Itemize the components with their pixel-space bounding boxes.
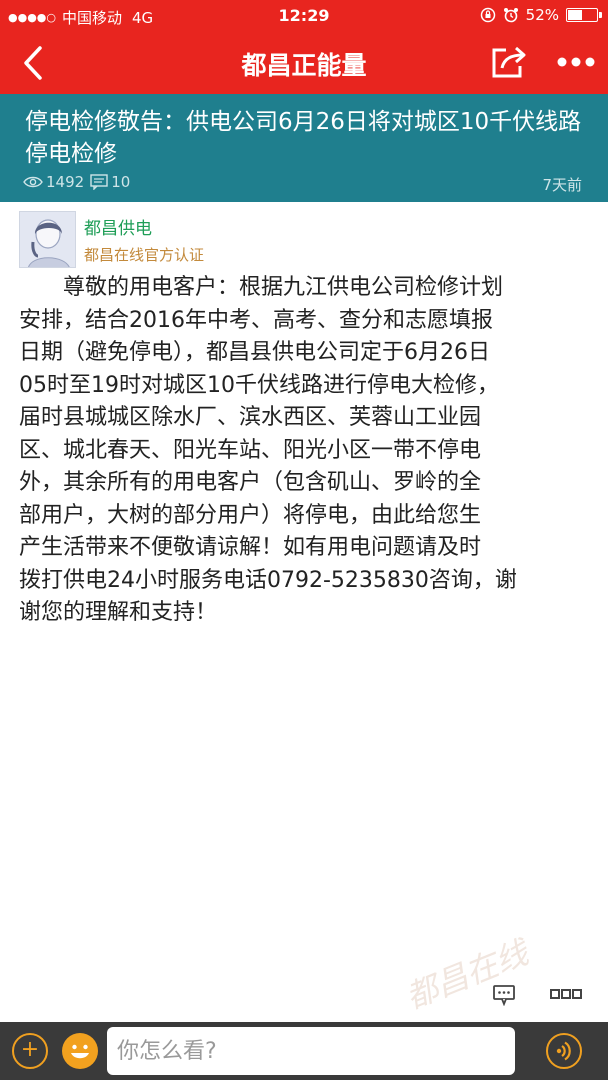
alarm-icon	[503, 8, 518, 23]
status-bar: ●●●●○ 中国移动 4G 12:29 52%	[0, 0, 608, 32]
reply-input[interactable]	[107, 1027, 515, 1075]
eye-icon	[23, 176, 43, 188]
nav-bar: 都昌正能量	[0, 32, 608, 94]
article-header: 停电检修敬告：供电公司6月26日将对城区10千伏线路停电检修 1492 10 7…	[0, 94, 608, 202]
body-line: 谢您的理解和支持！	[19, 600, 218, 625]
more-icon[interactable]	[556, 55, 596, 69]
view-count: 1492	[46, 173, 85, 191]
article-stats: 1492 10	[23, 173, 130, 191]
article-title: 停电检修敬告：供电公司6月26日将对城区10千伏线路停电检修	[25, 109, 582, 167]
battery-level	[568, 10, 582, 20]
battery-icon	[566, 8, 602, 22]
comment-bubble-icon[interactable]	[492, 984, 516, 1006]
battery-percent: 52%	[525, 6, 559, 24]
avatar-silhouette-icon	[20, 212, 75, 267]
smiley-face-icon	[71, 1044, 89, 1059]
body-line: 届时县城城区除水厂、滨水西区、芙蓉山工业园	[19, 405, 482, 430]
article-body: 尊敬的用电客户：根据九江供电公司检修计划 安排，结合2016年中考、高考、查分和…	[19, 272, 589, 630]
plus-icon[interactable]: +	[12, 1033, 48, 1069]
voice-icon[interactable]	[546, 1033, 582, 1069]
share-icon[interactable]	[490, 44, 528, 80]
body-line: 安排，结合2016年中考、高考、查分和志愿填报	[19, 307, 493, 333]
author-name[interactable]: 都昌供电	[84, 214, 152, 239]
body-line: 部用户，大树的部分用户）将停电，由此给您生	[19, 502, 482, 528]
author-verification: 都昌在线官方认证	[84, 246, 205, 264]
avatar[interactable]	[19, 211, 76, 268]
body-line: 拨打供电24小时服务电话0792-5235830咨询，谢	[19, 567, 517, 593]
body-line: 05时至19时对城区10千伏线路进行停电大检修，	[19, 372, 499, 398]
body-line: 尊敬的用电客户：根据九江供电公司检修计划	[63, 275, 504, 300]
emoji-icon[interactable]	[62, 1033, 98, 1069]
body-line: 区、城北春天、阳光车站、阳光小区一带不停电	[19, 437, 482, 463]
post-age: 7天前	[542, 176, 582, 194]
body-line: 产生活带来不便敬请谅解！如有用电问题请及时	[19, 535, 482, 560]
reply-bar: +	[0, 1022, 608, 1080]
lock-rotation-icon	[480, 7, 495, 23]
comment-icon	[90, 174, 108, 190]
comment-count: 10	[111, 173, 131, 191]
body-line: 外，其余所有的用电客户（包含矶山、罗岭的全	[19, 470, 482, 495]
body-line: 日期（避免停电），都昌县供电公司定于6月26日	[19, 340, 490, 365]
status-right: 52%	[480, 6, 602, 24]
more-options-icon[interactable]	[550, 989, 582, 999]
sound-wave-icon	[556, 1041, 571, 1061]
